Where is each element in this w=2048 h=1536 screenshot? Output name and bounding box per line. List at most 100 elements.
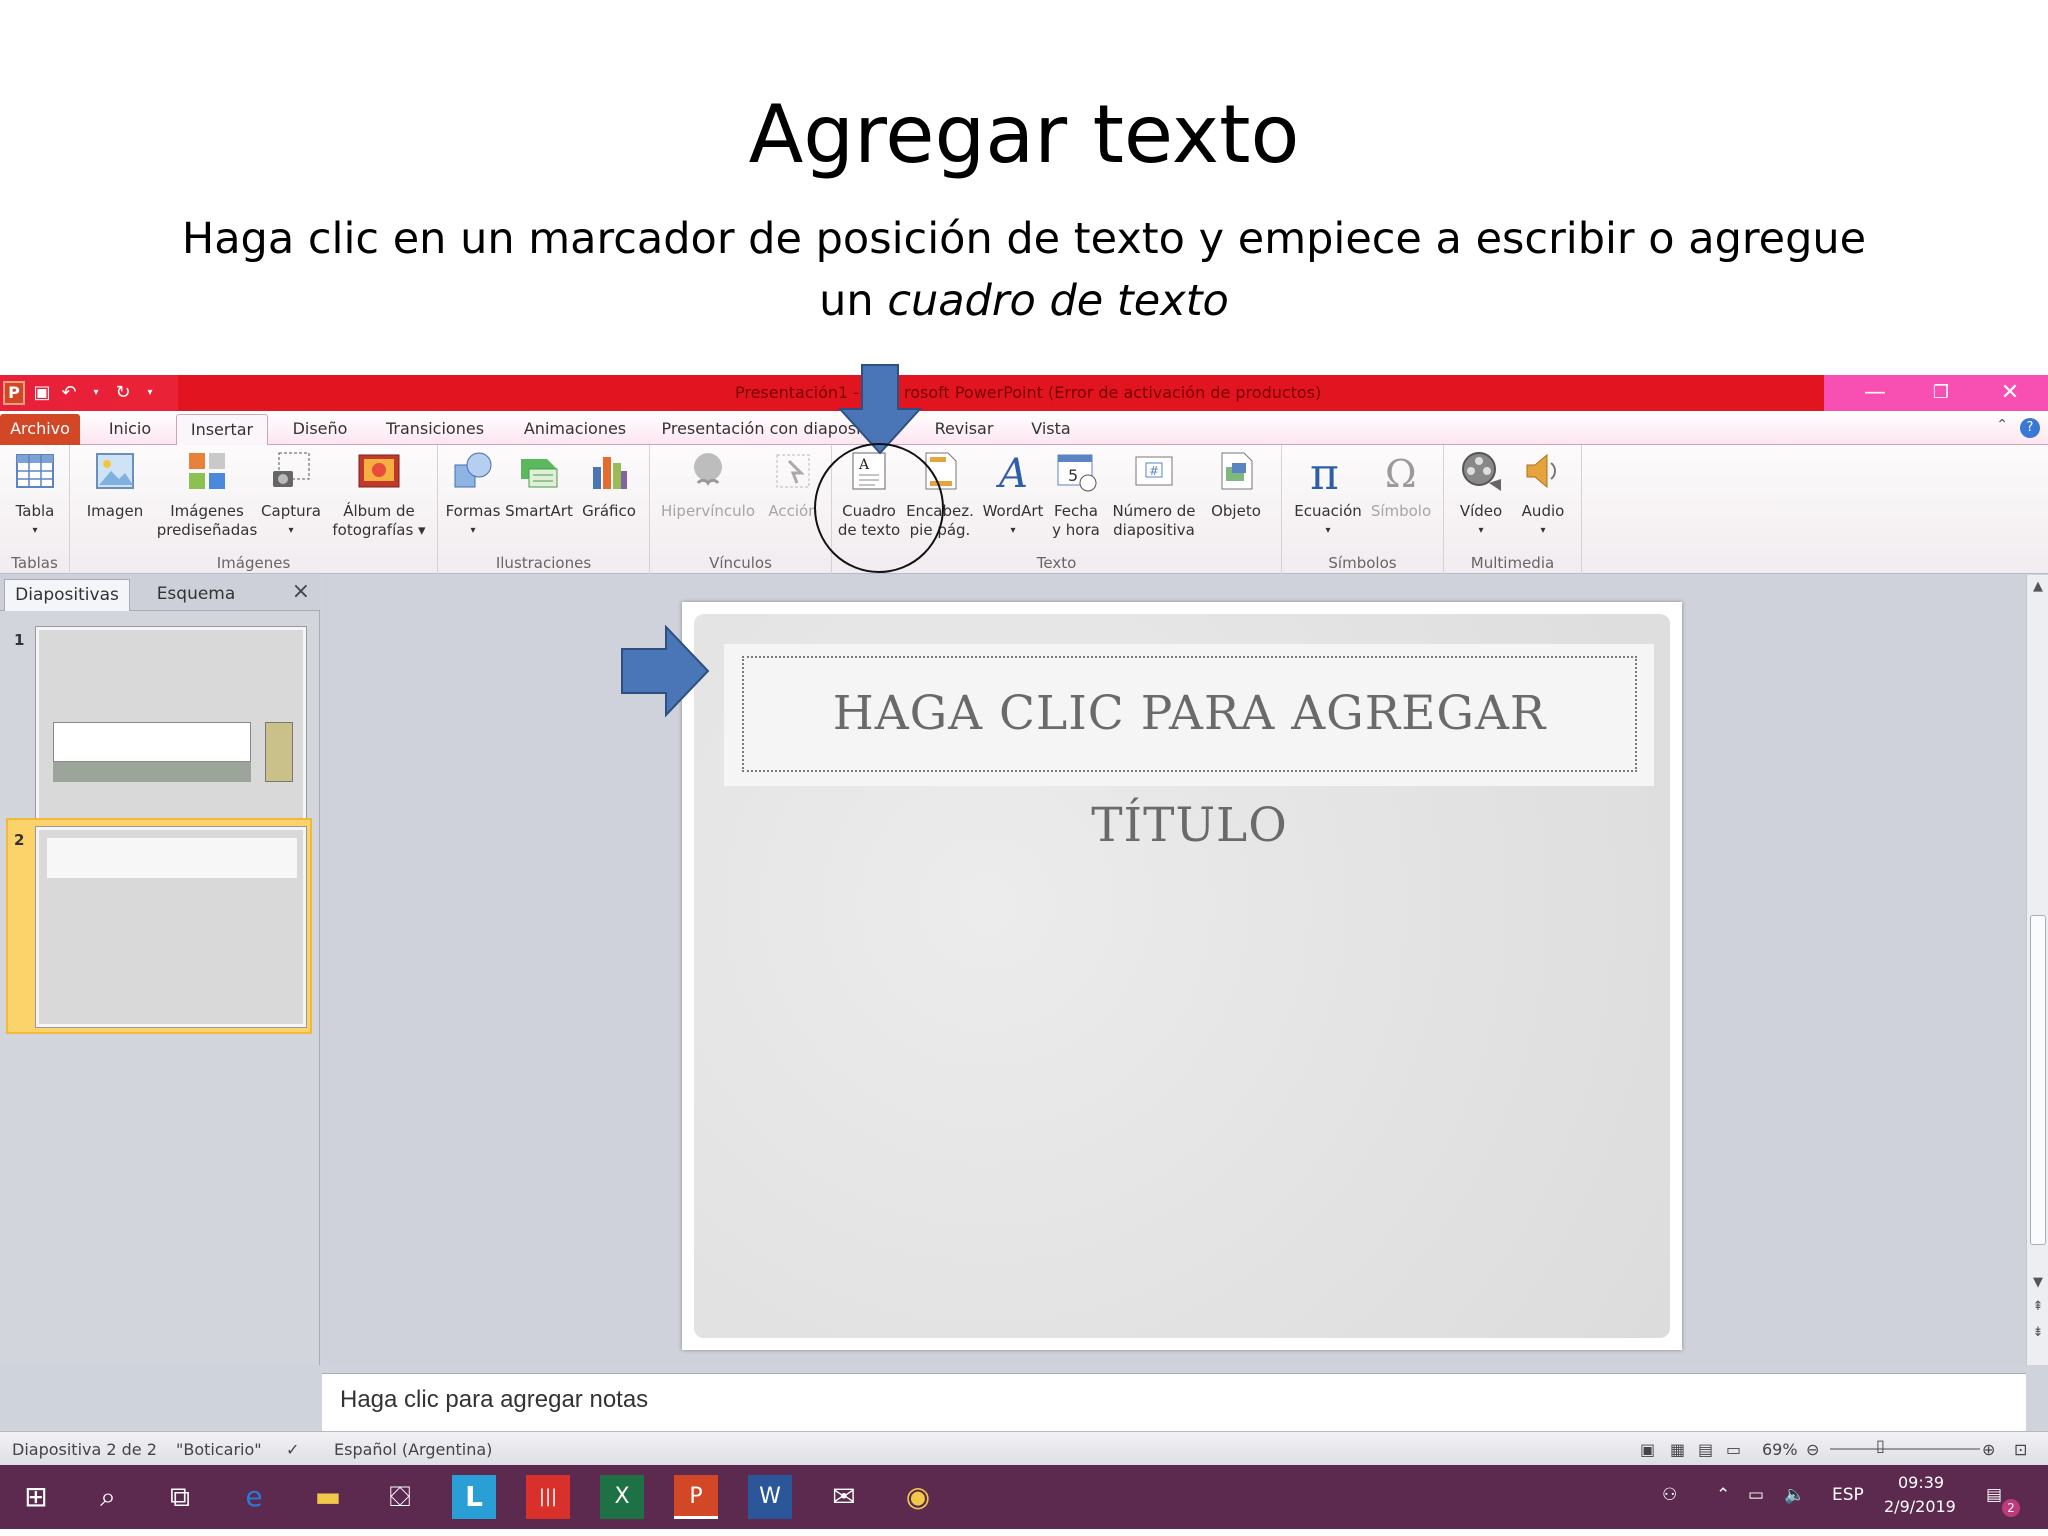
slide-heading: Agregar texto <box>748 88 1300 181</box>
current-slide[interactable]: HAGA CLIC PARA AGREGAR TÍTULO <box>682 602 1682 1350</box>
audio-button[interactable]: Audio ▾ <box>1512 449 1574 540</box>
close-icon[interactable]: ✕ <box>1979 375 2041 411</box>
slide-sorter-icon[interactable]: ▦ <box>1670 1440 1685 1459</box>
undo-icon[interactable]: ↶ <box>59 383 79 403</box>
wordart-label: WordArt <box>982 502 1044 520</box>
grafico-button[interactable]: Gráfico <box>576 449 642 521</box>
previous-slide-icon[interactable]: ⇞ <box>2027 1299 2048 1314</box>
objeto-button[interactable]: Objeto <box>1204 449 1268 521</box>
restore-icon[interactable]: ❐ <box>1910 375 1972 411</box>
app-l-icon[interactable]: L <box>452 1475 496 1519</box>
ecuacion-button[interactable]: π Ecuación ▾ <box>1290 449 1366 540</box>
clock-date[interactable]: 2/9/2019 <box>1884 1497 1956 1516</box>
minimize-ribbon-icon[interactable]: ⌃ <box>1996 417 2008 433</box>
tab-vista[interactable]: Vista <box>1016 414 1086 445</box>
reading-view-icon[interactable]: ▤ <box>1698 1440 1713 1459</box>
excel-icon[interactable]: X <box>600 1475 644 1519</box>
wordart-dropdown-icon: ▾ <box>1010 525 1016 536</box>
slideshow-icon[interactable]: ▭ <box>1726 1440 1741 1459</box>
undo-dropdown-icon[interactable]: ▾ <box>86 383 106 403</box>
tabla-button[interactable]: Tabla ▾ <box>4 449 66 540</box>
tab-animaciones[interactable]: Animaciones <box>512 414 638 445</box>
slide-thumbnail-1[interactable] <box>36 627 306 827</box>
mail-icon[interactable]: ✉ <box>822 1475 866 1519</box>
search-icon[interactable]: ⌕ <box>86 1475 130 1519</box>
zoom-in-icon[interactable]: ⊕ <box>1982 1440 1995 1459</box>
numero-diapositiva-button[interactable]: # Número de diapositiva <box>1104 449 1204 540</box>
fecha-hora-button[interactable]: 5 Fecha y hora <box>1048 449 1104 540</box>
help-icon[interactable]: ? <box>2020 418 2040 438</box>
hipervinculo-button[interactable]: Hipervínculo <box>656 449 760 521</box>
subtitle-line-1: Haga clic en un marcador de posición de … <box>181 214 1867 264</box>
notification-center-icon[interactable]: ▤ <box>1986 1485 2002 1505</box>
zoom-slider-thumb[interactable]: ▯ <box>1876 1436 1885 1455</box>
redo-icon[interactable]: ↻ <box>113 383 133 403</box>
slide-number-icon: # <box>1135 456 1173 486</box>
normal-view-icon[interactable]: ▣ <box>1640 1440 1655 1459</box>
group-multimedia-label: Multimedia <box>1470 554 1555 572</box>
table-icon <box>16 454 54 488</box>
shapes-icon <box>454 452 492 488</box>
imagen-button[interactable]: Imagen <box>80 449 150 521</box>
next-slide-icon[interactable]: ⇟ <box>2027 1325 2048 1340</box>
pointer-arrow-right-icon <box>621 625 710 717</box>
tab-transiciones[interactable]: Transiciones <box>374 414 496 445</box>
chrome-icon[interactable]: ◉ <box>896 1475 940 1519</box>
pane-tabs: Diapositivas Esquema × <box>0 575 320 611</box>
smartart-button[interactable]: SmartArt <box>504 449 574 521</box>
volume-icon[interactable]: 🔈 <box>1784 1485 1805 1505</box>
tab-diapositivas[interactable]: Diapositivas <box>4 579 130 611</box>
tab-archivo[interactable]: Archivo <box>0 414 80 445</box>
wordart-button[interactable]: A WordArt ▾ <box>978 449 1048 540</box>
tab-inicio[interactable]: Inicio <box>92 414 168 445</box>
simbolo-button[interactable]: Ω Símbolo <box>1366 449 1436 521</box>
tab-insertar[interactable]: Insertar <box>176 414 268 445</box>
tab-diseno[interactable]: Diseño <box>280 414 360 445</box>
slide-thumbnail-2[interactable] <box>36 827 306 1027</box>
powerpoint-logo-icon[interactable]: P <box>3 381 25 405</box>
captura-button[interactable]: Captura ▾ <box>256 449 326 540</box>
video-button[interactable]: Vídeo ▾ <box>1450 449 1512 540</box>
show-hidden-icons[interactable]: ⌃ <box>1716 1485 1730 1505</box>
scroll-down-icon[interactable]: ▼ <box>2027 1275 2048 1290</box>
tab-esquema[interactable]: Esquema <box>132 579 260 611</box>
title-placeholder[interactable]: HAGA CLIC PARA AGREGAR TÍTULO <box>742 656 1637 853</box>
group-multimedia: Vídeo ▾ Audio ▾ Multimedia <box>1444 445 1582 574</box>
fecha-label-1: Fecha <box>1054 502 1098 520</box>
word-icon[interactable]: W <box>748 1475 792 1519</box>
tab-presentacion[interactable]: Presentación con diaposi <box>656 414 866 445</box>
vertical-scrollbar[interactable]: ▲ ▼ ⇞ ⇟ <box>2026 575 2048 1365</box>
windows-start-icon[interactable]: ⊞ <box>14 1475 58 1519</box>
fit-window-icon[interactable]: ⊡ <box>2014 1440 2027 1459</box>
album-button[interactable]: Álbum de fotografías ▾ <box>324 449 434 540</box>
imagenes-predisenadas-button[interactable]: Imágenes prediseñadas <box>152 449 262 540</box>
tab-revisar[interactable]: Revisar <box>924 414 1004 445</box>
notes-placeholder[interactable]: Haga clic para agregar notas <box>340 1386 648 1414</box>
minimize-icon[interactable]: — <box>1844 375 1906 411</box>
subtitle-prefix: un <box>819 276 888 326</box>
zoom-slider[interactable] <box>1830 1448 1980 1450</box>
scroll-up-icon[interactable]: ▲ <box>2027 579 2048 594</box>
people-icon[interactable]: ⚇ <box>1662 1485 1677 1505</box>
app-red-icon[interactable]: ||| <box>526 1475 570 1519</box>
edge-browser-icon[interactable]: e <box>232 1475 276 1519</box>
save-icon[interactable]: ▣ <box>32 383 52 403</box>
close-pane-icon[interactable]: × <box>292 579 310 604</box>
language-indicator[interactable]: Español (Argentina) <box>334 1440 492 1459</box>
task-view-icon[interactable]: ⧉ <box>158 1475 202 1519</box>
pi-icon: π <box>1310 449 1339 500</box>
notes-pane[interactable]: Haga clic para agregar notas <box>322 1373 2026 1431</box>
battery-icon[interactable]: ▭ <box>1748 1485 1764 1505</box>
spell-check-icon[interactable]: ✓ <box>286 1440 299 1459</box>
store-icon[interactable]: ⛋ <box>378 1475 422 1519</box>
grafico-label: Gráfico <box>582 502 636 520</box>
zoom-out-icon[interactable]: ⊖ <box>1806 1440 1819 1459</box>
formas-button[interactable]: Formas ▾ <box>442 449 504 540</box>
scrollbar-thumb[interactable] <box>2030 915 2046 1245</box>
clock-time[interactable]: 09:39 <box>1898 1473 1944 1492</box>
powerpoint-taskbar-icon[interactable]: P <box>674 1475 718 1519</box>
file-explorer-icon[interactable]: ▬ <box>306 1475 350 1519</box>
customize-qat-icon[interactable]: ▾ <box>140 383 160 403</box>
language-tray[interactable]: ESP <box>1832 1485 1864 1505</box>
zoom-level[interactable]: 69% <box>1762 1440 1798 1459</box>
